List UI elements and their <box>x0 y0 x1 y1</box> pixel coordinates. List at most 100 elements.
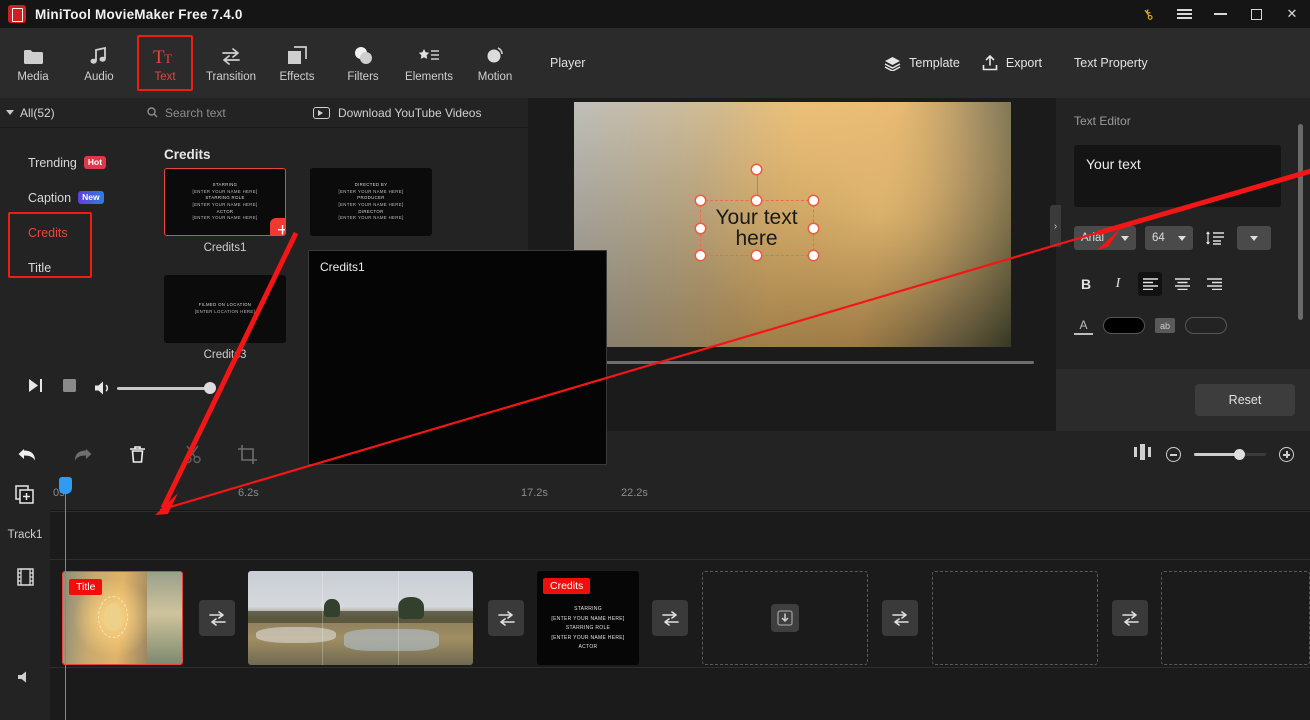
add-track-icon[interactable] <box>0 478 50 511</box>
font-color-icon: A <box>1074 316 1093 335</box>
background-color-swatch[interactable] <box>1185 317 1227 334</box>
add-template-button[interactable]: + <box>270 218 285 235</box>
transition-slot[interactable] <box>199 600 235 636</box>
category-credits[interactable]: Credits <box>0 215 135 250</box>
text-track-row: Track1 <box>0 511 1310 559</box>
export-button[interactable]: Export <box>982 55 1042 71</box>
library-filter-label: All(52) <box>20 105 55 120</box>
properties-scrollbar[interactable] <box>1298 124 1303 320</box>
progress-bar[interactable] <box>556 361 1034 364</box>
toolbar-item-media[interactable]: Media <box>0 33 66 93</box>
transition-icon <box>497 610 515 626</box>
toolbar-label: Filters <box>347 71 379 83</box>
handle-sw[interactable] <box>695 251 705 260</box>
template-item[interactable]: STARRING [ENTER YOUR NAME HERE] STARRING… <box>164 168 286 254</box>
template-thumbnail-credits3[interactable]: FILMED ON LOCATION [ENTER LOCATION HERE] <box>164 275 286 343</box>
line-spacing-icon[interactable] <box>1202 230 1228 246</box>
font-size-dropdown[interactable]: 64 <box>1145 226 1193 250</box>
handle-se[interactable] <box>808 251 818 260</box>
layers-icon <box>884 56 901 71</box>
template-thumbnail-credits1[interactable]: STARRING [ENTER YOUR NAME HERE] STARRING… <box>164 168 286 236</box>
handle-e[interactable] <box>808 223 818 233</box>
toolbar-item-text[interactable]: TT Text <box>132 33 198 93</box>
toolbar-item-elements[interactable]: Elements <box>396 33 462 93</box>
library-filter-all[interactable]: All(52) <box>0 98 135 128</box>
transition-icon <box>1121 610 1139 626</box>
category-caption[interactable]: Caption New <box>0 180 135 215</box>
zoom-slider-knob[interactable] <box>1234 449 1245 460</box>
timeline-empty-slot[interactable] <box>702 571 868 665</box>
toolbar-item-effects[interactable]: Effects <box>264 33 330 93</box>
undo-button[interactable] <box>0 431 55 478</box>
align-right-button[interactable] <box>1202 272 1226 296</box>
align-center-button[interactable] <box>1170 272 1194 296</box>
music-note-icon <box>90 43 108 65</box>
stop-icon[interactable] <box>63 379 76 397</box>
handle-nw[interactable] <box>695 196 705 205</box>
toolbar-label: Audio <box>84 71 114 83</box>
text-tt-icon: TT <box>153 43 177 65</box>
transition-slot[interactable] <box>1112 600 1148 636</box>
video-preview[interactable]: Your text here <box>573 102 1011 347</box>
timeline-video-clip-nature[interactable] <box>248 571 473 665</box>
download-youtube-button[interactable]: Download YouTube Videos <box>313 106 481 120</box>
properties-footer: Reset <box>1056 369 1310 431</box>
category-trending[interactable]: Trending Hot <box>0 145 135 180</box>
template-thumbnail-credits2[interactable]: DIRECTED BY [ENTER YOUR NAME HERE] PRODU… <box>310 168 432 236</box>
timeline-video-clip-title[interactable]: Title <box>62 571 183 665</box>
handle-w[interactable] <box>695 223 705 233</box>
thumb-line: STARRING ROLE <box>205 195 245 201</box>
playhead-knob[interactable] <box>59 477 72 494</box>
transition-slot[interactable] <box>488 600 524 636</box>
key-icon[interactable]: ⚷ <box>1130 0 1166 28</box>
template-button[interactable]: Template <box>884 56 960 71</box>
delete-button[interactable] <box>110 431 165 478</box>
minimize-button[interactable] <box>1202 0 1238 28</box>
handle-ne[interactable] <box>808 196 818 205</box>
timeline-empty-slot[interactable] <box>932 571 1098 665</box>
download-icon[interactable] <box>771 604 799 632</box>
player-stage: Your text here <box>528 98 1056 351</box>
handle-s[interactable] <box>752 251 761 260</box>
zoom-out-button[interactable] <box>1166 447 1181 462</box>
text-selection-box[interactable] <box>695 165 818 260</box>
volume-slider[interactable] <box>117 382 216 394</box>
font-family-dropdown[interactable]: Arial <box>1074 226 1136 250</box>
play-icon[interactable] <box>28 378 45 398</box>
zoom-in-button[interactable] <box>1279 447 1294 462</box>
toolbar-item-audio[interactable]: Audio <box>66 33 132 93</box>
template-name: Credits3 <box>203 349 247 361</box>
bold-button[interactable]: B <box>1074 272 1098 296</box>
text-color-swatch[interactable] <box>1103 317 1145 334</box>
text-editor-input[interactable]: Your text <box>1074 145 1281 207</box>
align-left-button[interactable] <box>1138 272 1162 296</box>
category-title[interactable]: Title <box>0 250 135 285</box>
fit-timeline-icon[interactable] <box>1133 444 1153 465</box>
close-button[interactable]: ✕ <box>1274 0 1310 28</box>
timeline-ruler[interactable]: 0s 6.2s 17.2s 22.2s <box>50 478 1310 511</box>
playhead[interactable] <box>59 477 72 720</box>
maximize-button[interactable] <box>1238 0 1274 28</box>
rotate-handle[interactable] <box>752 165 761 174</box>
menu-icon[interactable] <box>1166 0 1202 28</box>
volume-knob[interactable] <box>204 382 216 394</box>
zoom-slider[interactable] <box>1194 449 1266 460</box>
player-progress[interactable] <box>528 351 1056 364</box>
app-logo-icon <box>8 5 26 23</box>
timeline-empty-slot[interactable] <box>1161 571 1310 665</box>
timeline-video-clip-credits[interactable]: Credits STARRING [ENTER YOUR NAME HERE] … <box>537 571 639 665</box>
toolbar-item-filters[interactable]: Filters <box>330 33 396 93</box>
template-item[interactable]: DIRECTED BY [ENTER YOUR NAME HERE] PRODU… <box>310 168 432 254</box>
more-options-dropdown[interactable] <box>1237 226 1271 250</box>
reset-button[interactable]: Reset <box>1195 384 1295 416</box>
transition-slot[interactable] <box>652 600 688 636</box>
search-input[interactable]: Search text <box>135 98 305 128</box>
toolbar-item-transition[interactable]: Transition <box>198 33 264 93</box>
italic-button[interactable]: I <box>1106 272 1130 296</box>
volume-control[interactable] <box>94 380 216 396</box>
handle-n[interactable] <box>752 196 761 205</box>
transition-slot[interactable] <box>882 600 918 636</box>
toolbar-item-motion[interactable]: Motion <box>462 33 528 93</box>
template-item[interactable]: FILMED ON LOCATION [ENTER LOCATION HERE]… <box>164 275 286 361</box>
panel-collapse-toggle[interactable]: › <box>1050 205 1061 247</box>
